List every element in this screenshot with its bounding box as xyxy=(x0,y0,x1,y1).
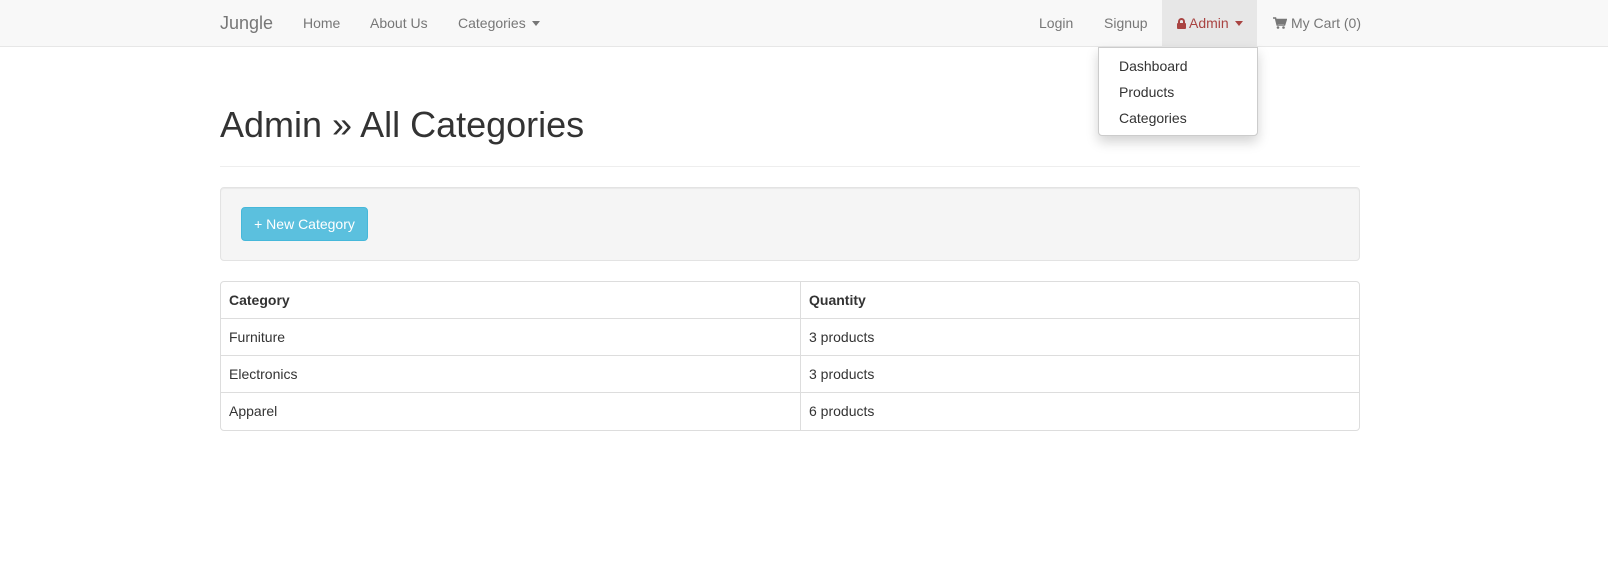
categories-table: Category Quantity Furniture 3 products E… xyxy=(220,281,1360,431)
divider xyxy=(220,166,1360,167)
navbar: Jungle Home About Us Categories Login Si… xyxy=(0,0,1608,47)
category-cell: Electronics xyxy=(221,356,801,393)
table-row: Electronics 3 products xyxy=(221,356,1359,393)
lock-icon xyxy=(1177,18,1186,29)
category-cell: Apparel xyxy=(221,393,801,430)
nav-categories-label: Categories xyxy=(458,15,526,31)
chevron-down-icon xyxy=(1234,20,1243,26)
nav-about-us[interactable]: About Us xyxy=(370,15,428,31)
menu-item-products[interactable]: Products xyxy=(1119,84,1174,100)
category-cell: Furniture xyxy=(221,319,801,356)
nav-admin-label: Admin xyxy=(1189,15,1229,31)
brand-logo[interactable]: Jungle xyxy=(220,13,273,34)
quantity-cell: 3 products xyxy=(809,329,875,345)
quantity-cell: 6 products xyxy=(809,403,875,419)
table-row: Apparel 6 products xyxy=(221,393,1359,430)
quantity-cell: 3 products xyxy=(809,366,875,382)
nav-categories-dropdown[interactable]: Categories xyxy=(458,15,540,31)
nav-login[interactable]: Login xyxy=(1039,15,1073,31)
nav-signup[interactable]: Signup xyxy=(1104,15,1148,31)
menu-item-categories[interactable]: Categories xyxy=(1119,110,1187,126)
table-header-row: Category Quantity xyxy=(221,282,1359,319)
chevron-down-icon xyxy=(531,20,540,26)
nav-my-cart[interactable]: My Cart (0) xyxy=(1273,15,1361,31)
new-category-button[interactable]: + New Category xyxy=(241,207,368,241)
nav-my-cart-label: My Cart (0) xyxy=(1291,15,1361,31)
menu-item-dashboard[interactable]: Dashboard xyxy=(1119,58,1188,74)
nav-admin-toggle[interactable]: Admin xyxy=(1177,15,1243,31)
cart-icon xyxy=(1273,17,1287,29)
nav-home[interactable]: Home xyxy=(303,15,340,31)
toolbar-well: + New Category xyxy=(220,187,1360,261)
column-header-quantity: Quantity xyxy=(809,292,866,308)
page-title: Admin » All Categories xyxy=(220,104,585,145)
column-header-category: Category xyxy=(221,282,801,319)
nav-admin-dropdown[interactable]: Admin xyxy=(1162,0,1257,47)
table-row: Furniture 3 products xyxy=(221,319,1359,356)
admin-dropdown-menu: Dashboard Products Categories xyxy=(1098,47,1258,136)
